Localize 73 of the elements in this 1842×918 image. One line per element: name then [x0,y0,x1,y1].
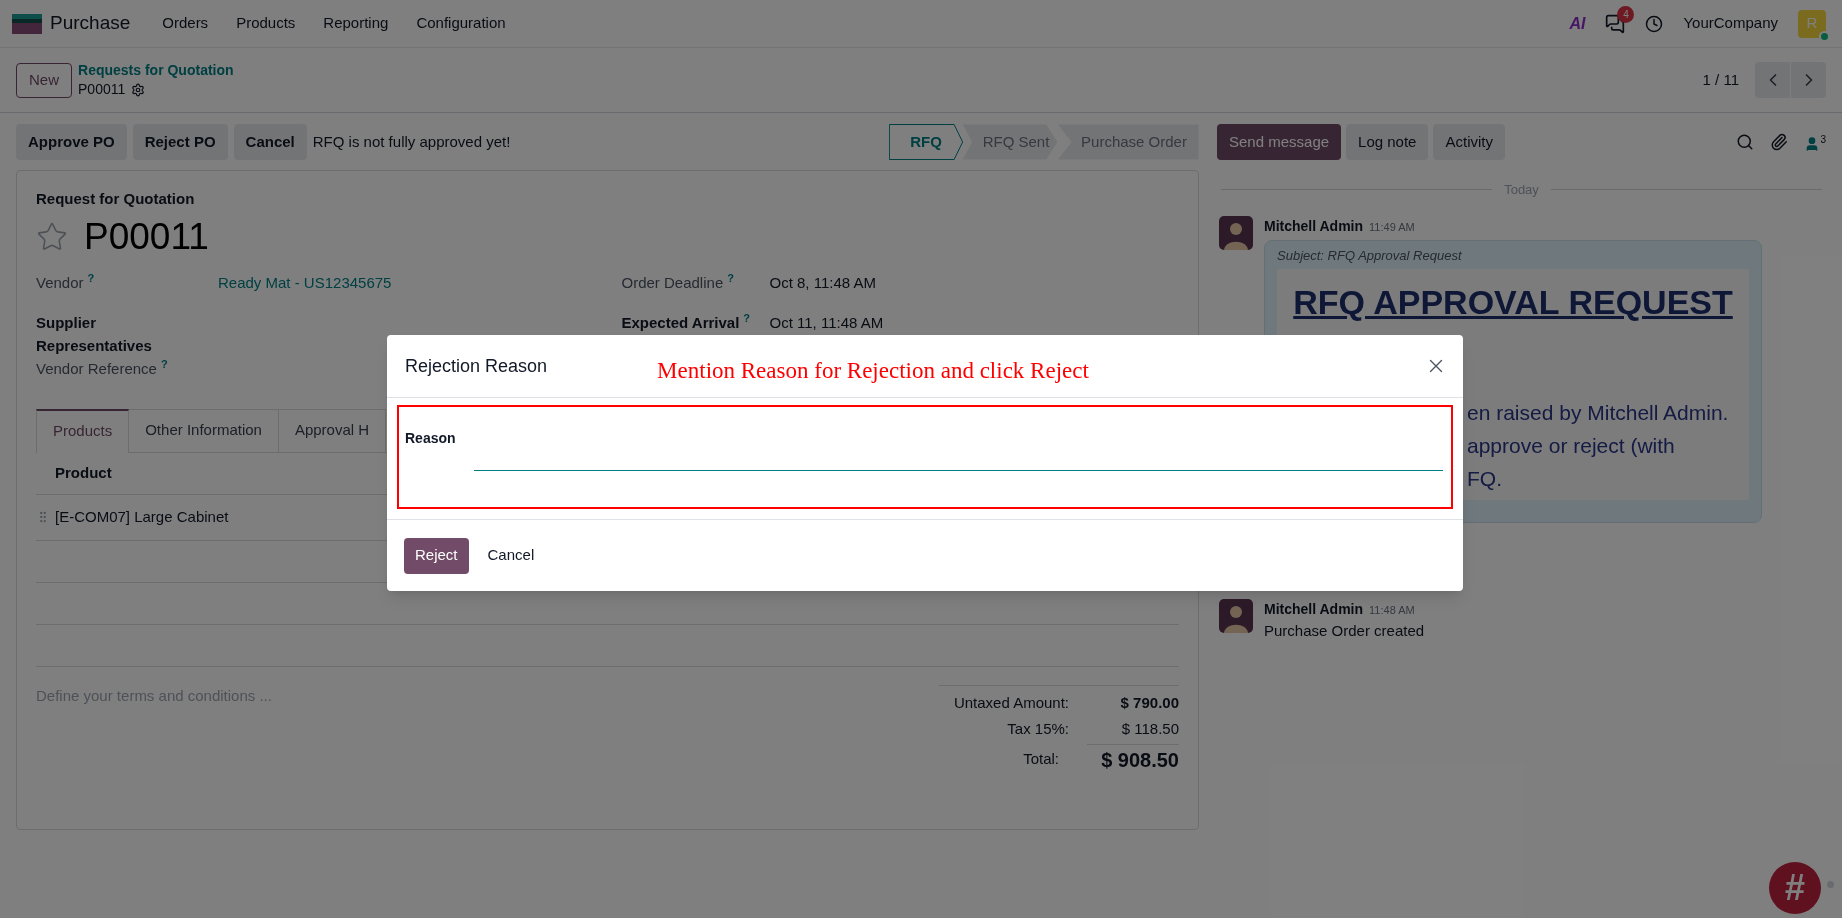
message-time: 11:49 AM [1369,219,1415,235]
status-step[interactable]: Purchase Order [1057,124,1199,160]
help-tooltip[interactable]: ? [87,270,95,285]
message-text: FQ. [1467,466,1503,492]
field-label: Order Deadline [621,272,724,293]
ai-icon[interactable]: AI [1569,11,1586,36]
dialog-button[interactable]: Reject [404,537,469,574]
chatter-button[interactable]: Send message [1217,124,1342,160]
help-tooltip[interactable]: ? [727,270,734,285]
field-label: Supplier Representatives [36,312,153,356]
action-button[interactable]: Cancel [233,124,307,160]
table-cell-text: [E-COM07] Large Cabinet [55,506,229,527]
annotation-text: Mention Reason for Rejection and click Reject [657,356,1089,385]
field-label: Reason [405,429,457,448]
message-text: approve or reject (with [1467,433,1676,459]
breadcrumb-link[interactable]: Requests for Quotation [78,61,234,80]
record-title: P00011 [84,214,209,259]
paperclip-icon[interactable] [1770,133,1789,151]
record-name: P00011 [78,80,126,99]
field-value: Oct 8, 11:48 AM [769,272,876,293]
message-heading: RFQ APPROVAL REQUEST [1293,282,1733,323]
dialog-title: Rejection Reason [405,354,548,378]
action-button[interactable]: Approve PO [16,124,127,160]
pager-value[interactable]: 1 / 11 [1702,68,1739,92]
menu-item[interactable]: Orders [150,12,221,35]
support-button[interactable]: # [1769,862,1821,914]
total-label: Total: [1023,749,1059,770]
settings-icon[interactable] [131,82,146,97]
menu-item[interactable]: Reporting [311,12,401,35]
action-button[interactable]: Reject PO [132,124,228,160]
message-subject: Subject: RFQ Approval Request [1277,246,1463,265]
total-value: $ 908.50 [1087,744,1179,775]
message-time: 11:48 AM [1369,603,1415,618]
total-label: Tax 15%: [1007,719,1069,740]
dialog-button[interactable]: Cancel [476,537,546,574]
message-text: Purchase Order created [1264,622,1425,639]
message-author[interactable]: Mitchell Admin [1264,599,1364,620]
online-status-icon [1819,30,1830,42]
new-button[interactable]: New [16,62,72,98]
avatar-icon [1219,215,1253,250]
field-label: Vendor [36,272,84,293]
company-name[interactable]: YourCompany [1683,12,1778,35]
app-title[interactable]: Purchase [50,9,131,38]
help-tooltip[interactable]: ? [160,356,168,371]
approval-notice: RFQ is not fully approved yet! [312,131,511,152]
search-icon[interactable] [1736,133,1755,151]
help-tooltip[interactable]: ? [743,310,751,325]
chatter-button[interactable]: Log note [1346,124,1429,160]
form-tab[interactable]: Approval H [278,408,387,452]
total-value: $ 118.50 [1120,719,1179,740]
form-tab[interactable]: Other Information [129,408,279,452]
menu-item[interactable]: Configuration [404,12,518,35]
star-icon[interactable] [36,220,68,253]
message-text: en raised by Mitchell Admin. [1467,400,1730,426]
status-step[interactable]: RFQ [889,124,963,160]
field-label: Vendor Reference [36,358,157,379]
vendor-link[interactable]: Ready Mat - US12345675 [218,270,392,294]
menu-item[interactable]: Products [224,12,308,35]
field-label: Expected Arrival [621,312,740,333]
clock-icon[interactable] [1645,14,1664,33]
form-tab[interactable]: Products [36,408,130,453]
notification-badge: 4 [1617,5,1635,23]
total-label: Untaxed Amount: [953,693,1069,714]
field-value: Oct 11, 11:48 AM [769,312,884,333]
message-author[interactable]: Mitchell Admin [1264,215,1364,237]
avatar-icon [1219,599,1253,633]
column-header[interactable]: Product [55,461,112,485]
follower-count: 3 [1820,133,1826,147]
total-value: $ 790.00 [1119,693,1179,714]
form-subtitle: Request for Quotation [36,189,196,209]
app-logo-icon[interactable] [12,13,42,34]
chatter-button[interactable]: Activity [1433,124,1505,160]
status-step[interactable]: RFQ Sent [962,124,1058,160]
